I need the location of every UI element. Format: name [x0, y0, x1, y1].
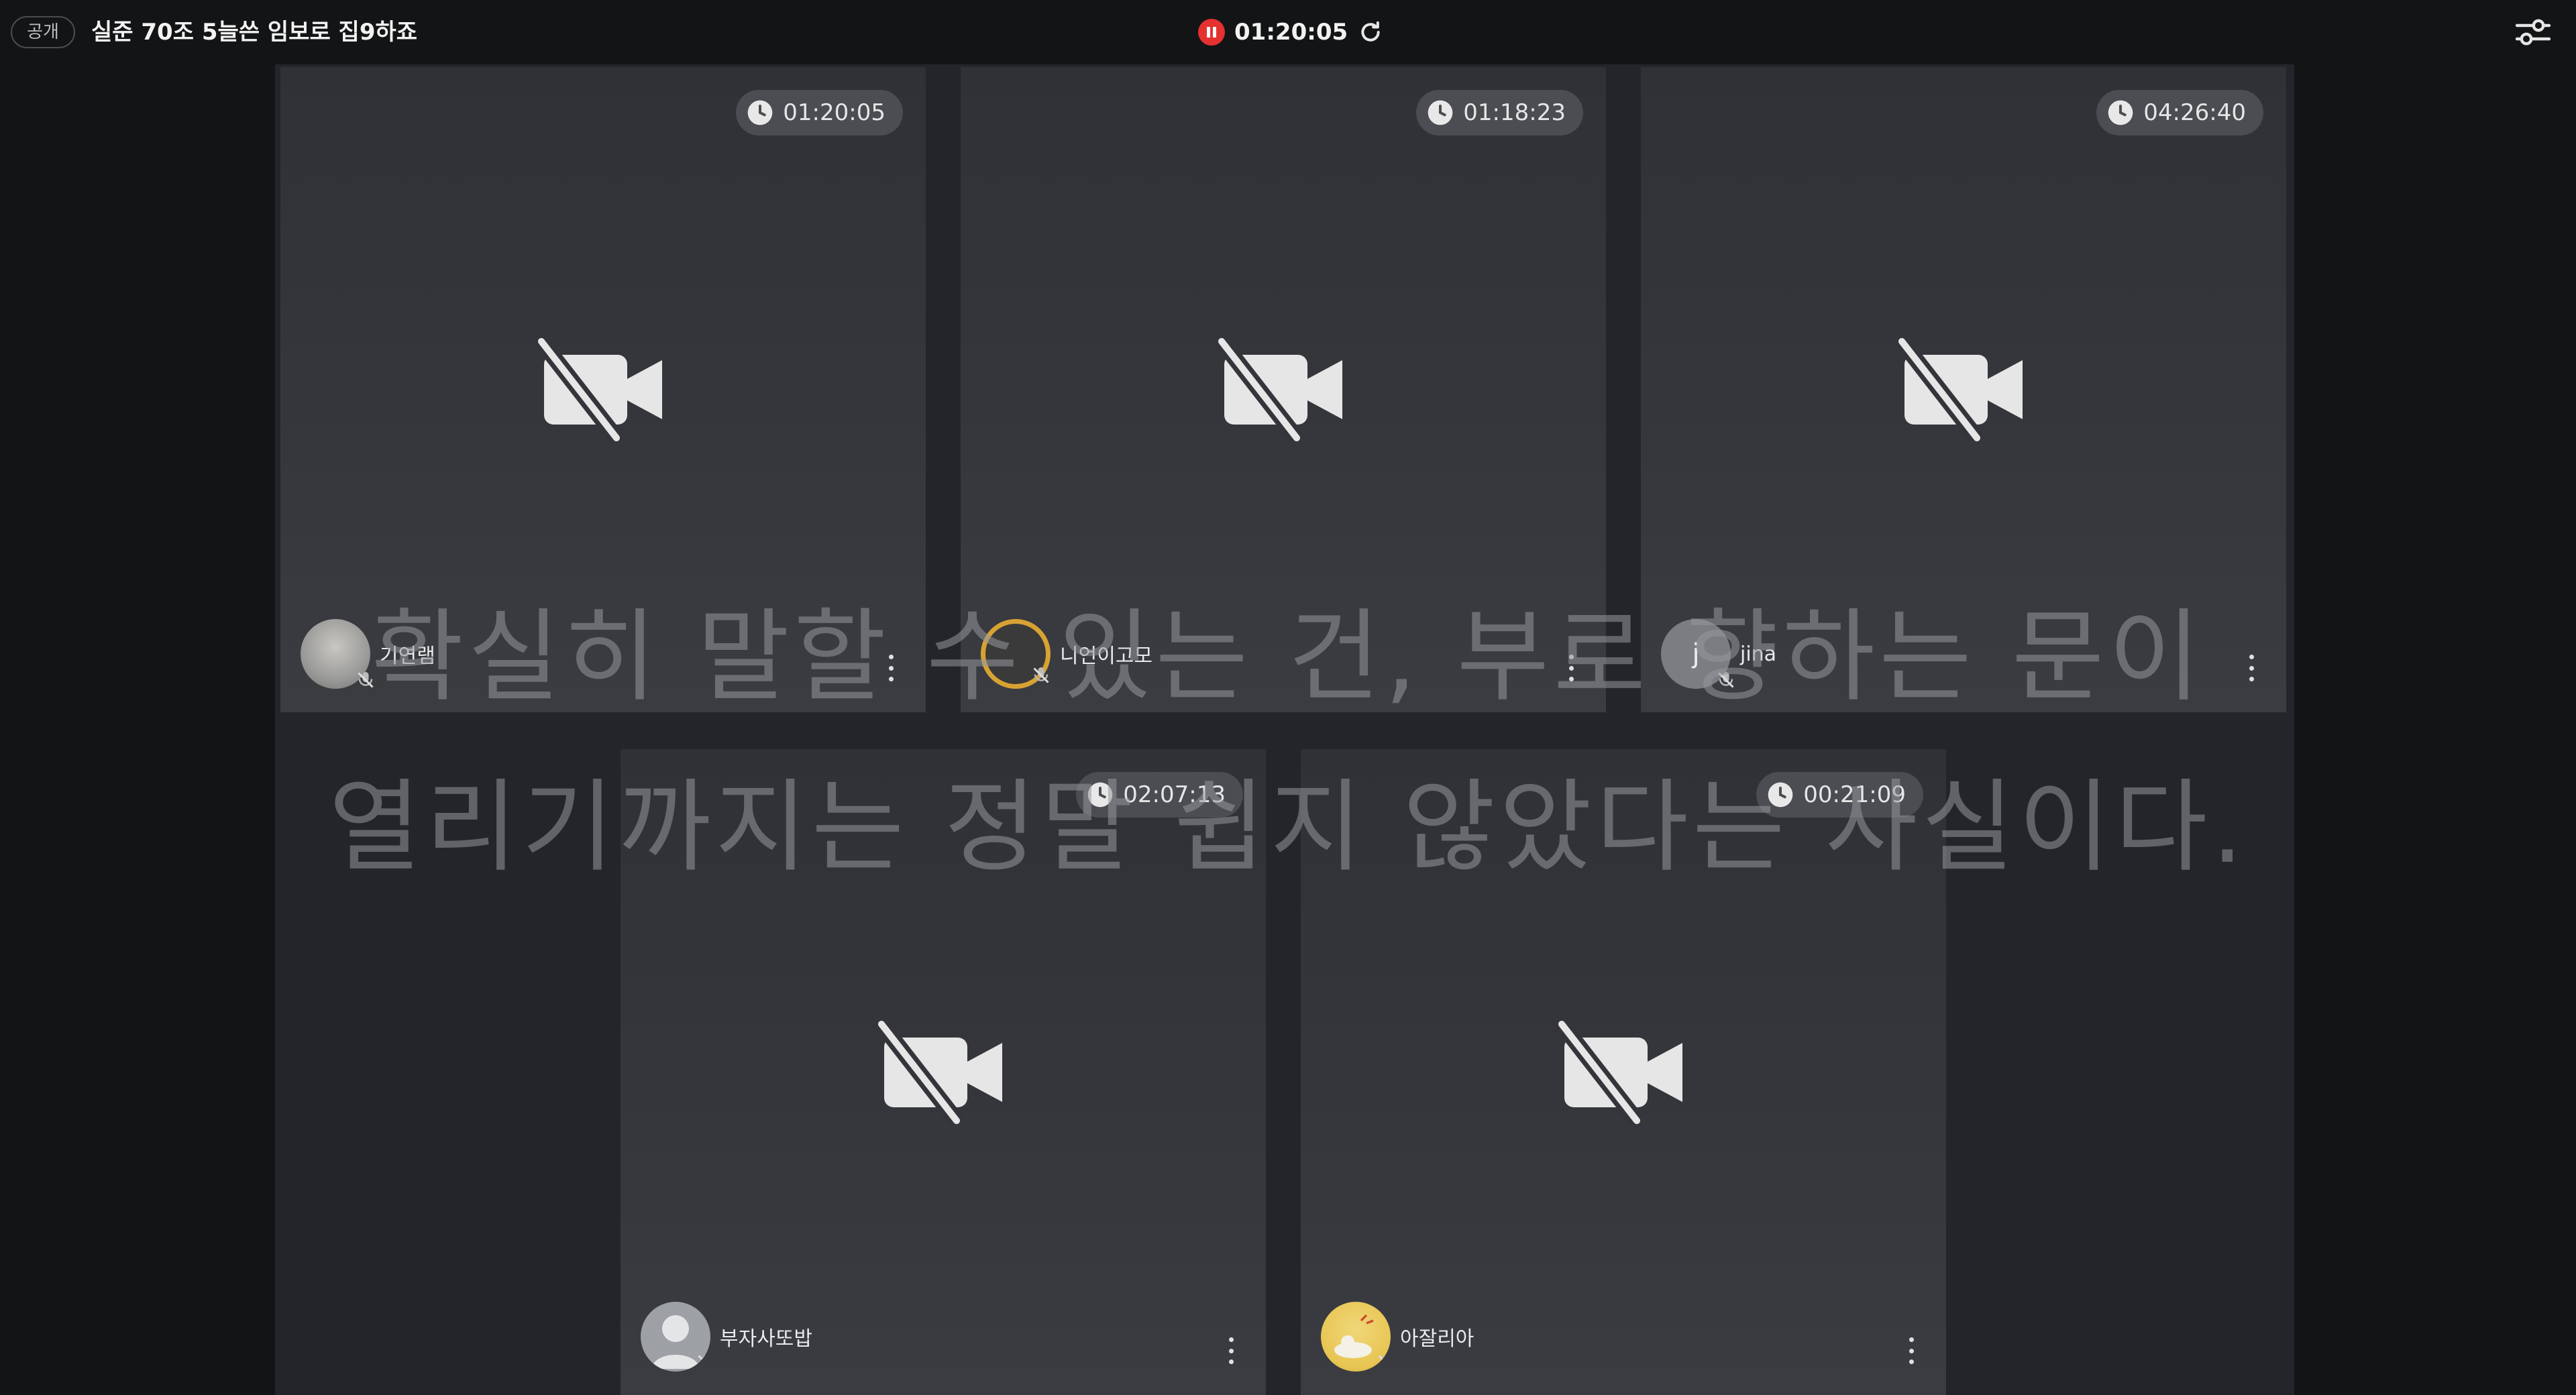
camera-off-icon — [1556, 1019, 1682, 1125]
refresh-icon[interactable] — [1357, 19, 1384, 46]
mic-muted-icon — [358, 672, 374, 688]
room-title: 실준 70조 5늘쓴 임보로 집9하죠 — [91, 19, 418, 46]
participant-name: 기연램 — [380, 645, 435, 668]
kebab-menu-icon[interactable] — [1567, 655, 1575, 681]
study-timer: 04:26:40 — [2096, 90, 2263, 135]
timer-text: 01:18:23 — [1463, 99, 1566, 126]
participant-info: 니언이고모 — [981, 617, 1152, 691]
participant-name: jina — [1740, 642, 1777, 666]
record-time: 01:20:05 — [1234, 19, 1348, 46]
kebab-menu-icon[interactable] — [887, 655, 895, 681]
study-timer: 01:18:23 — [1416, 90, 1583, 135]
avatar[interactable] — [641, 1302, 710, 1372]
clock-icon — [1768, 782, 1793, 807]
timer-text: 00:21:09 — [1803, 781, 1906, 808]
clock-icon — [2108, 100, 2133, 125]
avatar[interactable] — [301, 619, 374, 689]
avatar[interactable] — [1321, 1302, 1391, 1372]
camera-off-icon — [536, 336, 662, 443]
participant-name: 부자사또밥 — [720, 1327, 812, 1351]
participant-tile[interactable]: 01:18:23 니언이고모 — [961, 67, 1606, 712]
pause-record-icon[interactable] — [1198, 19, 1225, 46]
camera-off-icon — [876, 1019, 1002, 1125]
kebab-menu-icon[interactable] — [1227, 1337, 1235, 1364]
participant-name: 니언이고모 — [1060, 645, 1152, 668]
participant-tile[interactable]: 01:20:05 기연램 — [280, 67, 926, 712]
participant-tile[interactable]: 04:26:40 j jina — [1641, 67, 2286, 712]
timer-text: 02:07:13 — [1123, 781, 1226, 808]
avatar-letter: j — [1692, 638, 1700, 669]
clock-icon — [1428, 100, 1453, 125]
timer-text: 04:26:40 — [2143, 99, 2246, 126]
mic-muted-icon — [1378, 1355, 1391, 1370]
participant-tile[interactable]: 02:07:13 부자사또밥 — [621, 749, 1266, 1395]
study-timer: 00:21:09 — [1756, 772, 1923, 818]
clock-icon — [1087, 782, 1113, 807]
participant-info: j jina — [1661, 617, 1776, 691]
study-timer: 02:07:13 — [1076, 772, 1243, 818]
participant-info: 아잘리아 — [1321, 1300, 1474, 1374]
study-timer: 01:20:05 — [736, 90, 903, 135]
recording-status: 01:20:05 — [1198, 16, 1384, 48]
visibility-badge: 공개 — [11, 16, 75, 48]
camera-off-icon — [1896, 336, 2023, 443]
participant-info: 부자사또밥 — [641, 1300, 812, 1374]
avatar[interactable]: j — [1661, 619, 1734, 689]
mic-muted-icon — [698, 1355, 710, 1370]
clock-icon — [747, 100, 773, 125]
kebab-menu-icon[interactable] — [2247, 655, 2255, 681]
camera-off-icon — [1216, 336, 1342, 443]
kebab-menu-icon[interactable] — [1907, 1337, 1915, 1364]
mic-muted-icon — [1033, 667, 1049, 683]
avatar[interactable] — [981, 619, 1051, 689]
participant-name: 아잘리아 — [1400, 1327, 1474, 1351]
sliders-settings-icon[interactable] — [2514, 17, 2552, 47]
participant-tile[interactable]: 00:21:09 아잘리아 — [1301, 749, 1946, 1395]
timer-text: 01:20:05 — [783, 99, 885, 126]
top-bar: 공개 실준 70조 5늘쓴 임보로 집9하죠 01:20:05 — [0, 0, 2576, 64]
mic-muted-icon — [1718, 672, 1734, 688]
participant-info: 기연램 — [301, 617, 435, 691]
